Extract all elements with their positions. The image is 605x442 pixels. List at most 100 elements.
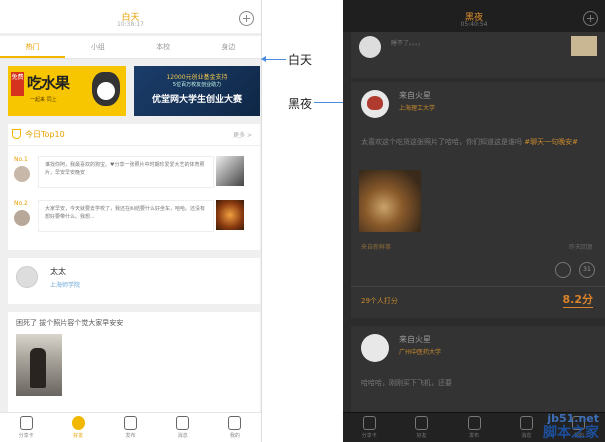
nav-label: 我的: [229, 433, 240, 439]
post-author-name: 来自火星: [399, 91, 431, 100]
post-photo[interactable]: [16, 334, 62, 396]
feed-post-header[interactable]: 太太 上海师学院: [8, 258, 260, 304]
free-tag: 免费: [11, 72, 24, 96]
post-hashtag[interactable]: #聊天一句晚安#: [524, 138, 578, 146]
top10-panel: 今日Top10 更多 > No.1 谁找你阿，我最喜欢的狗宝。♥分享一张照片中时…: [8, 124, 260, 250]
watermark-name: 脚本之家: [543, 425, 599, 441]
top10-thumbnail: [216, 200, 244, 230]
tab-group[interactable]: 小组: [65, 36, 130, 58]
contest-banner-mid: 5位百万校友创业助力: [172, 82, 222, 88]
fruit-banner-subtitle: 一起来 同上: [30, 97, 57, 103]
post-thumbnail: [571, 36, 597, 56]
contest-banner[interactable]: 12000元创业基金支持 5位百万校友创业助力 优堂网大学生创业大赛: [134, 66, 260, 116]
avatar: [359, 36, 381, 58]
night-annotation-label: 黑夜: [288, 97, 313, 111]
nav-label: 好友: [73, 433, 84, 439]
bell-icon: [519, 416, 533, 430]
bell-icon: [176, 416, 190, 430]
tab-hot[interactable]: 热门: [0, 36, 66, 58]
night-feed-post[interactable]: 来自火星 上海理工大学 太喜欢这个吃货这张照片了哈哈，你们知道这是谁吗 #聊天一…: [351, 82, 605, 318]
avatar: [14, 210, 30, 226]
nav-messages[interactable]: 消息: [157, 413, 209, 442]
tab-school[interactable]: 本校: [131, 36, 196, 58]
post-text: 太喜欢这个吃货这张照片了哈哈，你们知道这是谁吗: [361, 138, 522, 146]
chat-icon: [19, 416, 33, 430]
night-mode-phone: 黑夜 05:40:54 睡不了。。。。 来自火星 上海理工大学 太喜欢这个吃货这…: [343, 0, 605, 442]
nav-label: 分享卡: [18, 433, 34, 439]
rank-label: No.2: [14, 200, 28, 207]
contest-banner-top: 12000元创业基金支持: [166, 74, 228, 81]
user-icon: [228, 416, 242, 430]
day-header: 白天 10:38:17: [0, 0, 261, 33]
nav-label: 分享卡: [361, 433, 377, 439]
top10-header: 今日Top10 更多 >: [8, 124, 260, 146]
night-post-preview[interactable]: 睡不了。。。。: [351, 32, 605, 78]
nav-share[interactable]: 分享卡: [343, 413, 395, 442]
day-tab-bar: 热门 小组 本校 身边: [0, 35, 261, 59]
tab-nearby[interactable]: 身边: [196, 36, 261, 58]
top10-item-text: 大家早安，今天就要去学校了，我还在纠结要什么好坐车，哈哈。还没有想好要带什么。我…: [38, 200, 214, 232]
nav-label: 发布: [469, 433, 480, 439]
comparison-screenshot: 白天 10:38:17 热门 小组 本校 身边 免费 吃水果 一起来 同上 12…: [0, 0, 605, 442]
rocket-icon: [124, 416, 137, 430]
day-arrow: [261, 56, 286, 62]
nav-label: 发布: [125, 433, 136, 439]
nav-label: 消息: [177, 433, 188, 439]
top10-title: 今日Top10: [25, 130, 65, 139]
day-bottom-nav: 分享卡 好友 发布 消息 我的: [0, 412, 261, 442]
post-photo[interactable]: [359, 170, 421, 232]
comment-count-icon[interactable]: 31: [579, 262, 595, 278]
fruit-banner-title: 吃水果: [27, 74, 70, 92]
nav-publish[interactable]: 发布: [448, 413, 500, 442]
top10-more-link[interactable]: 更多 >: [233, 130, 252, 139]
nav-label: 好友: [416, 433, 427, 439]
nav-share[interactable]: 分享卡: [0, 413, 52, 442]
day-header-time: 10:38:17: [117, 21, 144, 28]
day-mode-phone: 白天 10:38:17 热门 小组 本校 身边 免费 吃水果 一起来 同上 12…: [0, 0, 262, 442]
feed-post[interactable]: 困死了 拔个照片容个觉大家早安安: [8, 312, 260, 412]
post-author-school: 上海理工大学: [399, 105, 436, 112]
post-text: 哈哈哈，刚刚买下飞机，还要: [361, 379, 452, 387]
top10-item-text: 谁找你阿，我最喜欢的狗宝。♥分享一张照片中时期珍爱爱大艺的体育照片，早安早安晚安: [38, 156, 214, 188]
rate-icon[interactable]: [555, 262, 571, 278]
night-header: 黑夜 05:40:54: [343, 0, 605, 32]
post-author-school: 广州中医药大学: [399, 349, 442, 356]
top10-item[interactable]: No.2 大家早安，今天就要去学校了，我还在纠结要什么好坐车，哈哈。还没有想好要…: [8, 198, 260, 236]
post-author-name: 太太: [50, 267, 66, 276]
nav-friends[interactable]: 好友: [52, 413, 104, 442]
post-text: 睡不了。。。。: [391, 40, 425, 47]
rating-count: 29个人打分: [361, 297, 398, 305]
bubble-icon: [71, 416, 85, 430]
post-text: 困死了 拔个照片容个觉大家早安安: [16, 319, 124, 327]
contest-banner-title: 优堂网大学生创业大赛: [151, 95, 242, 105]
avatar: [361, 90, 389, 118]
post-author-name: 来自火星: [399, 335, 431, 344]
watermark-url: jb51.net: [547, 412, 599, 425]
site-watermark: jb51.net 脚本之家: [543, 412, 599, 440]
nav-publish[interactable]: 发布: [104, 413, 156, 442]
post-author-school: 上海师学院: [50, 282, 81, 289]
night-feed-post[interactable]: 来自火星 广州中医药大学 哈哈哈，刚刚买下飞机，还要: [351, 326, 605, 412]
post-time: 昨天回复: [568, 244, 593, 251]
post-source: 来自新鲜事: [361, 244, 392, 251]
post-body: 太喜欢这个吃货这张照片了哈哈，你们知道这是谁吗 #聊天一句晚安#: [361, 136, 597, 148]
bubble-icon: [415, 416, 429, 430]
add-icon[interactable]: [583, 11, 598, 26]
avatar: [14, 166, 30, 182]
nav-friends[interactable]: 好友: [395, 413, 447, 442]
day-annotation-label: 白天: [288, 53, 313, 67]
rank-label: No.1: [14, 156, 28, 163]
rating-score: 8.2分: [562, 293, 593, 308]
rocket-icon: [467, 416, 481, 430]
fruit-banner[interactable]: 免费 吃水果 一起来 同上: [8, 66, 126, 116]
divider: [351, 286, 605, 287]
avatar: [361, 334, 389, 362]
nav-profile[interactable]: 我的: [209, 413, 261, 442]
top10-thumbnail: [216, 156, 244, 186]
trophy-icon: [12, 129, 21, 139]
top10-item[interactable]: No.1 谁找你阿，我最喜欢的狗宝。♥分享一张照片中时期珍爱爱大艺的体育照片，早…: [8, 154, 260, 192]
mascot-icon: [92, 72, 120, 106]
avatar: [16, 266, 38, 288]
chat-icon: [362, 416, 376, 430]
add-icon[interactable]: [239, 11, 254, 26]
